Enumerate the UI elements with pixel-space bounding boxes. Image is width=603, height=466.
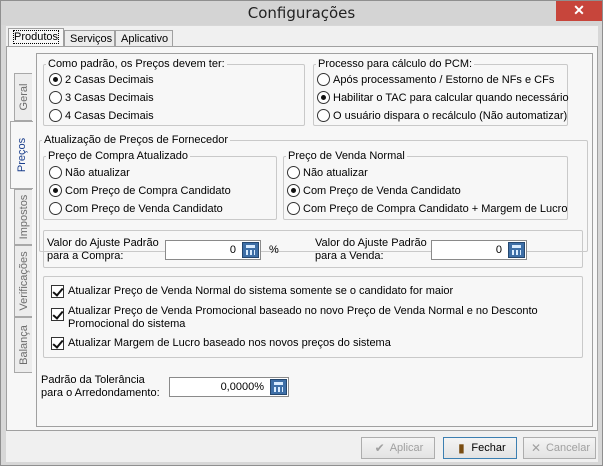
client-area: Produtos Serviços Aplicativo Geral Preço… [6, 26, 598, 462]
radio-usuario-dispara-label: O usuário dispara o recálculo (Não autom… [333, 109, 568, 122]
radio-compra-com-venda-dot[interactable] [49, 202, 62, 215]
tab-verificacoes[interactable]: Verificações [14, 245, 32, 317]
percent-sign: % [269, 244, 279, 256]
tab-precos-label: Preços [16, 137, 28, 173]
radio-3-casas[interactable]: 3 Casas Decimais [49, 91, 154, 104]
radio-compra-nao-atualizar[interactable]: Não atualizar [49, 166, 130, 179]
tolerancia-label: Padrão da Tolerância para o Arredondamen… [41, 374, 160, 400]
preco-compra-legend: Preço de Compra Atualizado [48, 150, 189, 162]
fechar-button[interactable]: ▮ Fechar [443, 437, 517, 459]
processo-pcm-legend: Processo para cálculo do PCM: [318, 58, 473, 70]
radio-apos-processamento[interactable]: Após processamento / Estorno de NFs e CF… [317, 73, 554, 86]
radio-venda-com-venda[interactable]: Com Preço de Venda Candidato [287, 184, 461, 197]
tab-precos[interactable]: Preços [10, 121, 33, 189]
radio-compra-com-compra-dot[interactable] [49, 184, 62, 197]
radio-compra-com-compra[interactable]: Com Preço de Compra Candidato [49, 184, 231, 197]
radio-habilitar-tac-dot[interactable] [317, 91, 330, 104]
radio-2-casas-label: 2 Casas Decimais [65, 73, 154, 86]
radio-4-casas-dot[interactable] [49, 109, 62, 122]
tab-servicos-label: Serviços [70, 33, 113, 45]
ajuste-venda-input[interactable]: 0 [431, 240, 527, 260]
ajuste-compra-label: Valor do Ajuste Padrão para a Compra: [47, 237, 159, 263]
casas-decimais-legend: Como padrão, os Preços devem ter: [48, 58, 225, 70]
radio-4-casas-label: 4 Casas Decimais [65, 109, 154, 122]
check-venda-normal-box[interactable] [51, 285, 64, 298]
tab-geral-label: Geral [17, 83, 30, 111]
close-window-button[interactable]: ✕ [556, 1, 602, 21]
radio-venda-compra-margem-dot[interactable] [287, 202, 300, 215]
tab-verificacoes-label: Verificações [17, 251, 30, 311]
calculator-icon[interactable] [508, 242, 525, 258]
radio-compra-com-venda-label: Com Preço de Venda Candidato [65, 202, 223, 215]
configuracoes-window: Configurações ✕ Produtos Serviços Aplica… [0, 0, 603, 466]
radio-usuario-dispara-dot[interactable] [317, 109, 330, 122]
radio-4-casas[interactable]: 4 Casas Decimais [49, 109, 154, 122]
preco-venda-legend: Preço de Venda Normal [288, 150, 405, 162]
radio-3-casas-dot[interactable] [49, 91, 62, 104]
cancel-x-icon: ✕ [530, 441, 542, 455]
aplicar-button[interactable]: ✔ Aplicar [361, 437, 435, 459]
apply-check-icon: ✔ [374, 441, 385, 455]
ajuste-venda-value: 0 [495, 244, 502, 256]
radio-venda-nao-atualizar[interactable]: Não atualizar [287, 166, 368, 179]
tolerancia-label-line2: para o Arredondamento: [41, 387, 160, 399]
check-margem-lucro-box[interactable] [51, 337, 64, 350]
check-venda-normal-label: Atualizar Preço de Venda Normal do siste… [68, 285, 454, 297]
tolerancia-label-line1: Padrão da Tolerância [41, 374, 145, 386]
tab-impostos-label: Impostos [17, 194, 30, 240]
calculator-icon[interactable] [242, 242, 259, 258]
ajuste-venda-label-line1: Valor do Ajuste Padrão [315, 237, 427, 249]
check-venda-normal[interactable]: Atualizar Preço de Venda Normal do siste… [51, 285, 571, 298]
radio-compra-com-compra-label: Com Preço de Compra Candidato [65, 184, 231, 197]
check-venda-promocional-label: Atualizar Preço de Venda Promocional bas… [68, 305, 538, 330]
ajuste-compra-label-line1: Valor do Ajuste Padrão [47, 237, 159, 249]
radio-compra-nao-atualizar-dot[interactable] [49, 166, 62, 179]
radio-apos-processamento-label: Após processamento / Estorno de NFs e CF… [333, 73, 555, 86]
tab-aplicativo-label: Aplicativo [121, 33, 169, 45]
check-venda-promocional[interactable]: Atualizar Preço de Venda Promocional bas… [51, 305, 571, 331]
tab-balanca-label: Balança [17, 325, 30, 365]
tolerancia-input[interactable]: 0,0000% [169, 377, 289, 397]
fechar-label: Fechar [471, 442, 506, 454]
atualizacao-precos-legend: Atualização de Preços de Fornecedor [44, 134, 229, 146]
radio-3-casas-label: 3 Casas Decimais [65, 91, 154, 104]
radio-venda-compra-margem[interactable]: Com Preço de Compra Candidato + Margem d… [287, 202, 567, 215]
ajuste-venda-label: Valor do Ajuste Padrão para a Venda: [315, 237, 427, 263]
radio-compra-com-venda[interactable]: Com Preço de Venda Candidato [49, 202, 223, 215]
radio-2-casas-dot[interactable] [49, 73, 62, 86]
ajuste-compra-value: 0 [229, 244, 236, 256]
radio-venda-nao-atualizar-label: Não atualizar [303, 166, 368, 179]
check-venda-promocional-box[interactable] [51, 308, 64, 321]
door-icon: ▮ [458, 441, 465, 455]
cancelar-label: Cancelar [545, 442, 591, 454]
calculator-icon[interactable] [270, 379, 287, 395]
tab-impostos[interactable]: Impostos [14, 189, 32, 245]
check-margem-lucro[interactable]: Atualizar Margem de Lucro baseado nos no… [51, 337, 571, 350]
check-margem-lucro-label: Atualizar Margem de Lucro baseado nos no… [68, 337, 391, 349]
radio-habilitar-tac-label: Habilitar o TAC para calcular quando nec… [333, 91, 569, 104]
close-icon: ✕ [573, 2, 585, 18]
tab-produtos-label: Produtos [12, 30, 60, 44]
tolerancia-value: 0,0000% [220, 381, 264, 393]
aplicar-label: Aplicar [389, 442, 424, 454]
title-bar[interactable]: Configurações ✕ [1, 1, 602, 25]
radio-venda-compra-margem-label: Com Preço de Compra Candidato + Margem d… [303, 202, 568, 215]
radio-2-casas[interactable]: 2 Casas Decimais [49, 73, 154, 86]
tab-geral[interactable]: Geral [14, 73, 32, 121]
ajuste-compra-input[interactable]: 0 [165, 240, 261, 260]
tab-balanca[interactable]: Balança [14, 317, 32, 373]
window-title: Configurações [247, 4, 356, 22]
ajuste-compra-label-line2: para a Compra: [47, 250, 124, 262]
ajuste-venda-label-line2: para a Venda: [315, 250, 384, 262]
tab-produtos[interactable]: Produtos [8, 28, 64, 48]
cancelar-button[interactable]: ✕ Cancelar [523, 437, 596, 459]
radio-venda-com-venda-label: Com Preço de Venda Candidato [303, 184, 461, 197]
radio-venda-com-venda-dot[interactable] [287, 184, 300, 197]
radio-usuario-dispara[interactable]: O usuário dispara o recálculo (Não autom… [317, 109, 567, 122]
precos-panel: Como padrão, os Preços devem ter: 2 Casa… [36, 53, 593, 427]
radio-habilitar-tac[interactable]: Habilitar o TAC para calcular quando nec… [317, 91, 569, 104]
radio-venda-nao-atualizar-dot[interactable] [287, 166, 300, 179]
radio-compra-nao-atualizar-label: Não atualizar [65, 166, 130, 179]
radio-apos-processamento-dot[interactable] [317, 73, 330, 86]
